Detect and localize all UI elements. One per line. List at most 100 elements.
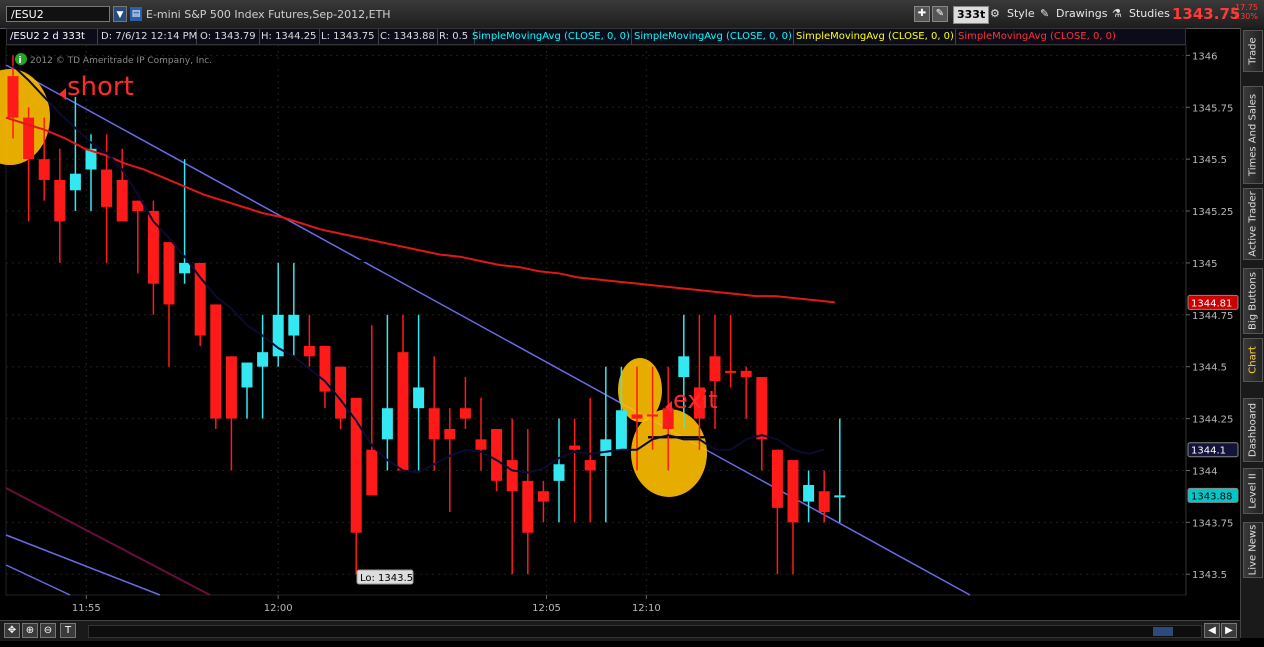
style-gear-icon[interactable]: ⚙ — [990, 5, 1000, 23]
price-label-text-1: 1344.1 — [1191, 446, 1226, 457]
price-label-1: 1344.1 — [1187, 442, 1239, 458]
annotation-exit: exit — [665, 386, 718, 414]
price-label-0: 1344.81 — [1187, 294, 1239, 310]
pencil-tool-icon[interactable]: ✎ — [932, 6, 948, 22]
time-tick-3: 12:10 — [632, 603, 661, 614]
symbol-info-icon[interactable]: ▤ — [130, 7, 142, 21]
info-low: L: 1343.75 — [318, 29, 379, 44]
candle-body-49 — [771, 449, 783, 508]
candle-body-32 — [506, 460, 518, 492]
zoom-in-icon[interactable]: ⊕ — [22, 623, 38, 638]
time-scrollbar[interactable] — [88, 625, 1202, 638]
price-change-pct: -1.30% — [1229, 12, 1258, 21]
tab-live-news[interactable]: Live News — [1243, 522, 1263, 578]
price-tick-3: 1345.25 — [1192, 207, 1233, 218]
candle-body-19 — [303, 345, 315, 357]
price-tick-2: 1345.5 — [1192, 155, 1227, 166]
study-label-1[interactable]: SimpleMovingAvg (CLOSE, 0, 0) — [469, 29, 632, 44]
aggregation-selector[interactable]: 333t — [953, 6, 990, 24]
study-label-2[interactable]: SimpleMovingAvg (CLOSE, 0, 0) — [631, 29, 794, 44]
candle-body-11 — [179, 262, 191, 274]
price-tick-6: 1344.5 — [1192, 363, 1227, 374]
copyright-text: 2012 © TD Ameritrade IP Company, Inc. — [30, 56, 212, 66]
text-tool-icon[interactable]: T — [60, 623, 76, 638]
candle-body-29 — [459, 408, 471, 419]
candle-body-43 — [678, 356, 690, 378]
candle-body-48 — [756, 377, 768, 440]
quote-info-bar: /ESU2 2 d 333t D: 7/6/12 12:14 PM O: 134… — [6, 28, 1186, 45]
candle-body-16 — [257, 352, 269, 367]
candle-body-38 — [600, 439, 612, 456]
candle-12 — [194, 262, 206, 346]
study-label-3[interactable]: SimpleMovingAvg (CLOSE, 0, 0) — [793, 29, 956, 44]
pan-icon[interactable]: ✥ — [4, 623, 20, 638]
zoom-out-icon[interactable]: ⊖ — [40, 623, 56, 638]
candle-body-47 — [740, 370, 752, 378]
style-button[interactable]: Style — [1007, 5, 1035, 23]
candle-13 — [210, 304, 222, 429]
low-label-box: Lo: 1343.5 — [356, 569, 414, 585]
candle-body-45 — [709, 356, 721, 382]
scroll-right-icon[interactable]: ▶ — [1221, 623, 1237, 638]
candle-body-15 — [241, 362, 253, 388]
info-symbol: /ESU2 2 d 333t — [7, 29, 98, 44]
scroll-left-icon[interactable]: ◀ — [1204, 623, 1220, 638]
candle-body-4 — [69, 173, 81, 191]
candle-body-41 — [647, 414, 659, 417]
symbol-dropdown-icon[interactable]: ▼ — [113, 6, 127, 22]
candle-body-7 — [116, 179, 128, 222]
price-label-text-0: 1344.81 — [1191, 298, 1232, 309]
tab-chart[interactable]: Chart — [1243, 338, 1263, 382]
candle-body-23 — [366, 449, 378, 496]
time-tick-2: 12:05 — [532, 603, 561, 614]
price-label-2: 1343.88 — [1187, 487, 1239, 503]
tab-times-and-sales[interactable]: Times And Sales — [1243, 86, 1263, 184]
price-tick-5: 1344.75 — [1192, 311, 1233, 322]
low-label: Lo: 1343.5 — [360, 573, 413, 584]
bottom-toolbar: ✥ ⊕ ⊖ T ◀ ▶ — [0, 620, 1240, 641]
time-tick-1: 12:00 — [264, 603, 293, 614]
scrollbar-thumb[interactable] — [1153, 627, 1173, 636]
candle-body-37 — [584, 460, 596, 471]
candle-body-26 — [413, 387, 425, 409]
price-tick-9: 1343.75 — [1192, 518, 1233, 529]
crosshair-tool-icon[interactable]: ✚ — [914, 6, 930, 22]
price-tick-7: 1344.25 — [1192, 415, 1233, 426]
candle-body-3 — [54, 179, 66, 222]
price-chart[interactable]: 1346 1345.75 1345.5 1345.25 1345 1344.75 1344.… — [0, 45, 1240, 620]
time-tick-0: 11:55 — [72, 603, 101, 614]
candle-body-51 — [803, 485, 815, 502]
price-change: -17.75 -1.30% — [1228, 3, 1258, 21]
candle-body-27 — [428, 408, 440, 440]
candle-body-33 — [522, 480, 534, 533]
candle-body-21 — [335, 366, 347, 419]
candle-body-25 — [397, 352, 409, 471]
candle-body-13 — [210, 304, 222, 419]
tab-dashboard[interactable]: Dashboard — [1243, 398, 1263, 462]
candle-body-40 — [631, 414, 643, 419]
tab-trade[interactable]: Trade — [1243, 30, 1263, 72]
candle-body-22 — [350, 397, 362, 533]
candle-body-6 — [101, 169, 113, 207]
instrument-description: E-mini S&P 500 Index Futures,Sep-2012,ET… — [146, 8, 391, 21]
price-tick-0: 1346 — [1192, 51, 1217, 62]
candle-body-39 — [615, 410, 627, 450]
candle-body-30 — [475, 439, 487, 450]
short-label: short — [67, 72, 134, 102]
studies-button[interactable]: Studies — [1129, 5, 1170, 23]
info-close: C: 1343.88 — [377, 29, 438, 44]
tab-big-buttons[interactable]: Big Buttons — [1243, 268, 1263, 334]
drawings-pencil-icon[interactable]: ✎ — [1040, 5, 1049, 23]
study-label-4[interactable]: SimpleMovingAvg (CLOSE, 0, 0) — [955, 29, 1117, 44]
annotation-short: short — [59, 72, 134, 102]
candle-body-2 — [38, 159, 50, 180]
tab-level-ii[interactable]: Level II — [1243, 468, 1263, 514]
candle-body-28 — [444, 428, 456, 440]
candle-body-24 — [381, 408, 393, 440]
tab-active-trader[interactable]: Active Trader — [1243, 188, 1263, 260]
candle-body-14 — [225, 356, 237, 419]
drawings-button[interactable]: Drawings — [1056, 5, 1107, 23]
studies-flask-icon[interactable]: ⚗ — [1112, 5, 1122, 23]
candle-body-34 — [537, 491, 549, 502]
symbol-input[interactable]: /ESU2 — [6, 6, 110, 22]
